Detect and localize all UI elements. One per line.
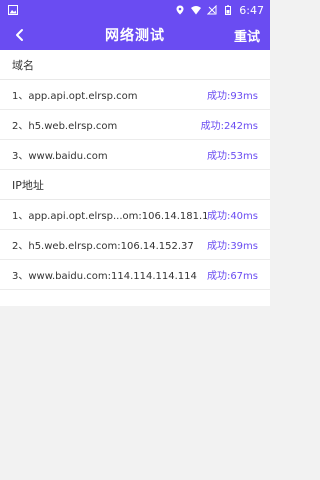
- domain-name: 2、h5.web.elrsp.com: [12, 121, 118, 132]
- section-header-domain: 域名: [0, 50, 270, 80]
- test-result: 成功:39ms: [206, 241, 258, 252]
- test-result: 成功:93ms: [206, 91, 258, 102]
- status-bar: 6:47: [0, 0, 270, 20]
- battery-icon: [225, 5, 232, 15]
- image-icon: [8, 5, 18, 15]
- test-result: 成功:67ms: [206, 271, 258, 282]
- back-button[interactable]: [6, 20, 34, 50]
- ip-name: 3、www.baidu.com:114.114.114.114: [12, 271, 197, 282]
- test-result: 成功:53ms: [206, 151, 258, 162]
- list-item: 1、app.api.opt.elrsp...om:106.14.181.127 …: [0, 200, 270, 230]
- page-title: 网络测试: [105, 28, 165, 44]
- retest-button[interactable]: 重试: [234, 20, 260, 50]
- test-result: 成功:242ms: [200, 121, 258, 132]
- list-item: 3、www.baidu.com 成功:53ms: [0, 140, 270, 170]
- section-header-ip: IP地址: [0, 170, 270, 200]
- location-icon: [176, 5, 184, 15]
- list-item: 2、h5.web.elrsp.com:106.14.152.37 成功:39ms: [0, 230, 270, 260]
- status-left: [8, 5, 18, 15]
- domain-name: 1、app.api.opt.elrsp.com: [12, 91, 138, 102]
- domain-name: 3、www.baidu.com: [12, 151, 108, 162]
- signal-icon: [207, 5, 217, 15]
- status-right: 6:47: [175, 4, 264, 17]
- list-item: 1、app.api.opt.elrsp.com 成功:93ms: [0, 80, 270, 110]
- wifi-icon: [191, 6, 202, 15]
- ip-name: 2、h5.web.elrsp.com:106.14.152.37: [12, 241, 194, 252]
- status-time: 6:47: [239, 3, 264, 17]
- app-bar: 网络测试 重试: [0, 20, 270, 50]
- list-item: 3、www.baidu.com:114.114.114.114 成功:67ms: [0, 260, 270, 290]
- test-results: 域名 1、app.api.opt.elrsp.com 成功:93ms 2、h5.…: [0, 50, 270, 306]
- list-item: 2、h5.web.elrsp.com 成功:242ms: [0, 110, 270, 140]
- back-chevron-icon: [16, 29, 23, 41]
- ip-name: 1、app.api.opt.elrsp...om:106.14.181.127: [12, 211, 207, 222]
- test-result: 成功:40ms: [206, 211, 258, 222]
